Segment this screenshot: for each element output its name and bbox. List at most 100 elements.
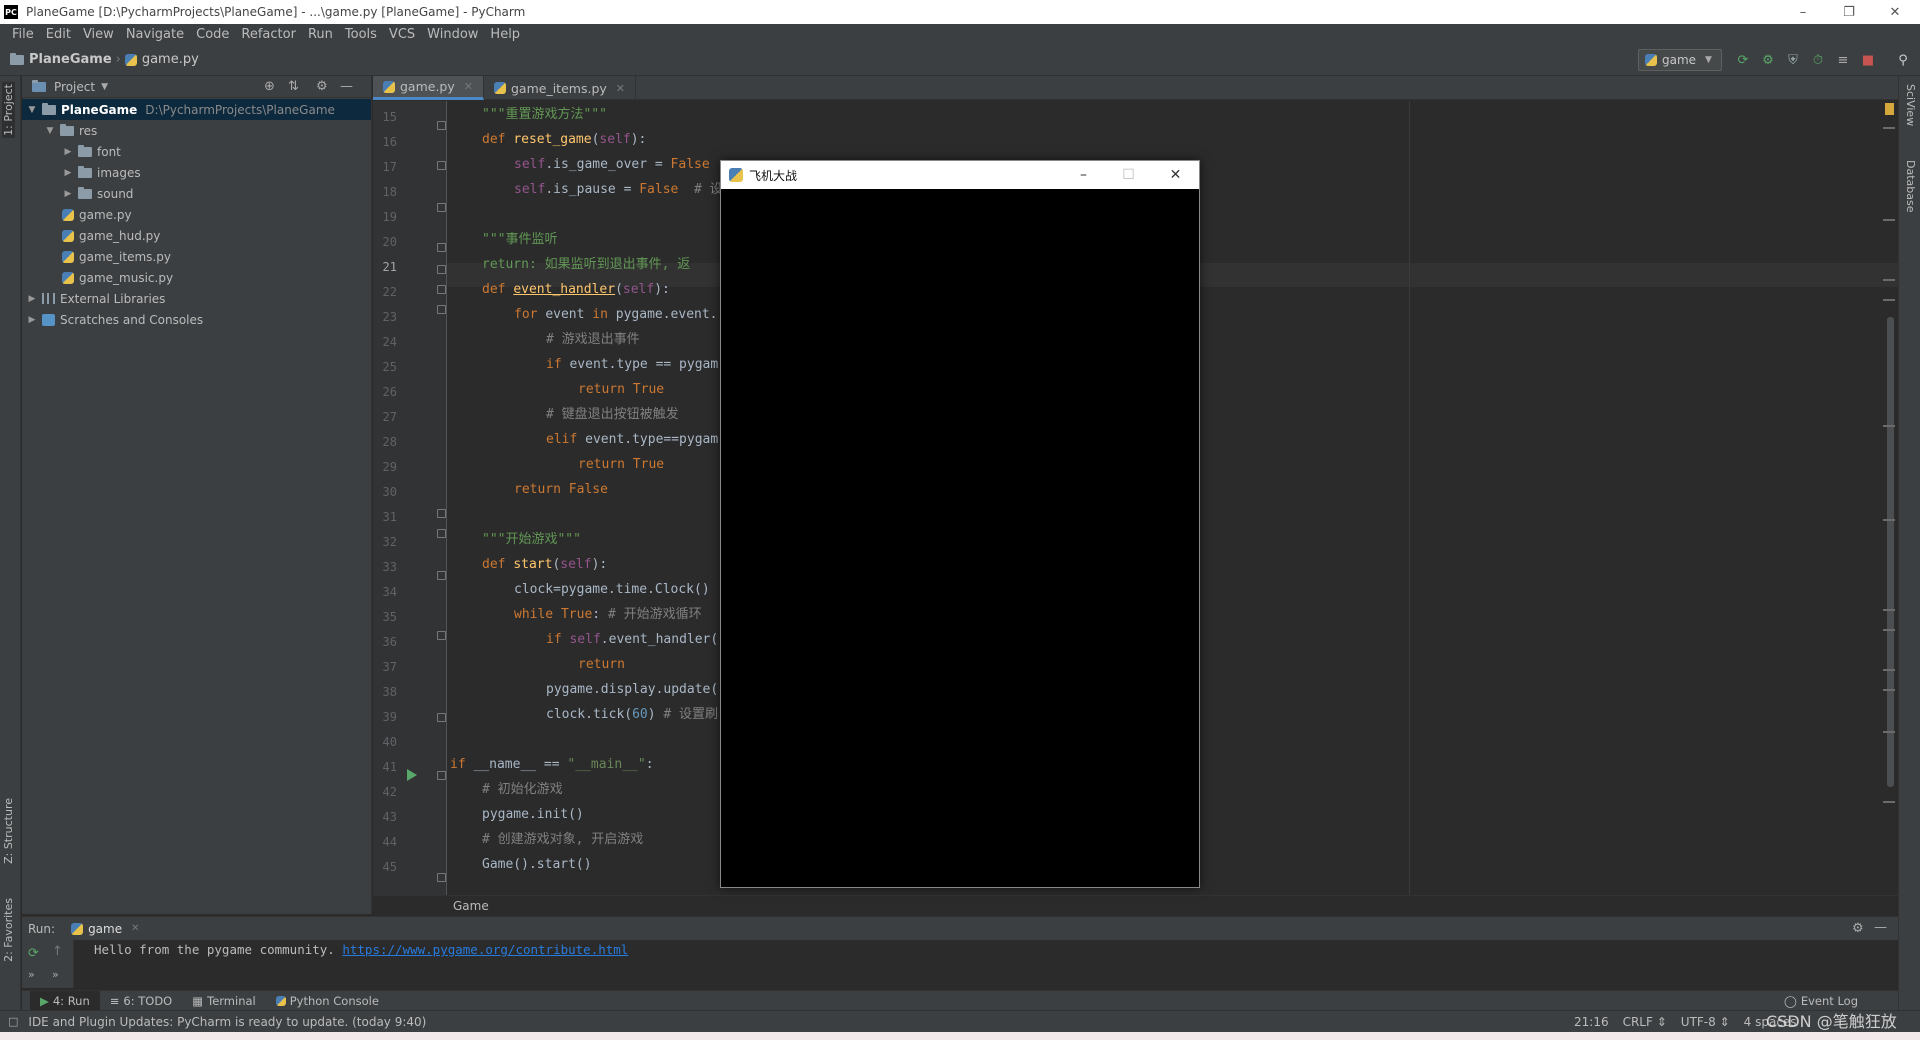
stripe-mark[interactable] — [1883, 299, 1895, 301]
expand-arrow-icon[interactable]: ▼ — [44, 126, 56, 136]
hide-icon[interactable]: — — [1874, 920, 1887, 935]
menu-window[interactable]: Window — [421, 27, 484, 42]
restore-icon[interactable]: ❐ — [1826, 0, 1872, 24]
locate-icon[interactable]: ⊕ — [264, 79, 275, 94]
stripe-mark[interactable] — [1883, 219, 1895, 221]
fold-marker[interactable] — [437, 873, 446, 882]
up-arrow-icon[interactable]: ↑ — [52, 944, 63, 959]
tree-item-font[interactable]: ▶ font — [22, 141, 371, 162]
caret-position[interactable]: 21:16 — [1574, 1015, 1609, 1029]
menu-vcs[interactable]: VCS — [383, 27, 421, 42]
stripe-mark[interactable] — [1883, 519, 1895, 521]
editor-breadcrumb[interactable]: Game — [373, 895, 1898, 915]
minimize-icon[interactable]: – — [1780, 0, 1826, 24]
tab-terminal[interactable]: ▦ Terminal — [182, 991, 265, 1011]
menu-view[interactable]: View — [77, 27, 120, 42]
run-console-output[interactable]: Hello from the pygame community. https:/… — [94, 942, 628, 957]
status-icon[interactable]: □ — [8, 1015, 18, 1028]
profile-icon[interactable]: ⏱ — [1810, 52, 1826, 68]
expand-arrow-icon[interactable]: ▼ — [26, 105, 38, 115]
tree-item-scratches[interactable]: ▶ Scratches and Consoles — [22, 309, 371, 330]
tab-game-items-py[interactable]: game_items.py ✕ — [484, 76, 636, 100]
fold-marker[interactable] — [437, 265, 446, 274]
tab-database-tool[interactable]: Database — [1904, 160, 1917, 213]
fold-marker[interactable] — [437, 771, 446, 780]
close-tab-icon[interactable]: ✕ — [131, 923, 139, 934]
close-icon[interactable]: ✕ — [1153, 161, 1198, 189]
stripe-mark[interactable] — [1883, 127, 1895, 129]
tab-game-py[interactable]: game.py ✕ — [373, 76, 484, 100]
file-encoding[interactable]: UTF-8 ⇕ — [1681, 1015, 1730, 1029]
game-canvas[interactable] — [721, 189, 1199, 887]
expand-arrow-icon[interactable]: ▶ — [26, 315, 38, 325]
tree-item-sound[interactable]: ▶ sound — [22, 183, 371, 204]
collapse-all-icon[interactable]: ⇅ — [288, 79, 299, 94]
menu-refactor[interactable]: Refactor — [235, 27, 302, 42]
project-view-select[interactable]: Project — [54, 80, 95, 94]
line-separator[interactable]: CRLF ⇕ — [1623, 1015, 1667, 1029]
build-icon[interactable]: ≡ — [1835, 52, 1851, 68]
stripe-mark[interactable] — [1883, 731, 1895, 733]
fold-marker[interactable] — [437, 571, 446, 580]
more-icon[interactable]: » — [28, 968, 35, 981]
coverage-icon[interactable]: ⛨ — [1785, 52, 1801, 68]
chevron-down-icon[interactable]: ▼ — [101, 82, 108, 92]
tab-project-tool[interactable]: 1: Project — [2, 82, 15, 138]
stripe-mark[interactable] — [1883, 801, 1895, 803]
menu-file[interactable]: File — [6, 27, 40, 42]
tree-item-res[interactable]: ▼ res — [22, 120, 371, 141]
stripe-mark[interactable] — [1883, 609, 1895, 611]
menu-tools[interactable]: Tools — [339, 27, 383, 42]
fold-marker[interactable] — [437, 285, 446, 294]
tree-item-game-hud-py[interactable]: game_hud.py — [22, 225, 371, 246]
status-message[interactable]: IDE and Plugin Updates: PyCharm is ready… — [28, 1015, 426, 1029]
stripe-mark[interactable] — [1883, 689, 1895, 691]
error-stripe[interactable] — [1883, 101, 1897, 895]
breadcrumb-project[interactable]: PlaneGame — [10, 52, 112, 67]
menu-edit[interactable]: Edit — [40, 27, 77, 42]
rerun-icon[interactable]: ⟳ — [1735, 52, 1751, 68]
stop-icon[interactable]: ■ — [1860, 52, 1876, 68]
menu-navigate[interactable]: Navigate — [120, 27, 190, 42]
breadcrumb-file[interactable]: game.py — [124, 52, 199, 67]
rerun-icon[interactable]: ⟳ — [28, 946, 39, 961]
expand-arrow-icon[interactable]: ▶ — [62, 168, 74, 178]
stripe-mark[interactable] — [1883, 669, 1895, 671]
menu-code[interactable]: Code — [190, 27, 235, 42]
tree-item-game-items-py[interactable]: game_items.py — [22, 246, 371, 267]
minimize-icon[interactable]: – — [1061, 161, 1106, 189]
run-gutter-icon[interactable] — [407, 769, 417, 781]
fold-marker[interactable] — [437, 713, 446, 722]
tab-todo[interactable]: ≡ 6: TODO — [100, 991, 182, 1011]
tab-structure-tool[interactable]: Z: Structure — [2, 798, 15, 864]
run-tab-game[interactable]: game ✕ — [71, 922, 140, 936]
tree-item-game-music-py[interactable]: game_music.py — [22, 267, 371, 288]
tab-python-console[interactable]: Python Console — [266, 991, 389, 1011]
stripe-mark[interactable] — [1883, 425, 1895, 427]
tab-run[interactable]: ▶ 4: Run — [30, 990, 100, 1011]
debug-icon[interactable]: ⚙ — [1760, 52, 1776, 68]
close-tab-icon[interactable]: ✕ — [616, 82, 625, 95]
expand-arrow-icon[interactable]: ▶ — [62, 189, 74, 199]
tree-item-images[interactable]: ▶ images — [22, 162, 371, 183]
pygame-titlebar[interactable]: 飞机大战 – ☐ ✕ — [721, 161, 1199, 189]
search-icon[interactable]: ⚲ — [1895, 52, 1911, 68]
menu-run[interactable]: Run — [302, 27, 339, 42]
menu-help[interactable]: Help — [484, 27, 526, 42]
fold-marker[interactable] — [437, 161, 446, 170]
stripe-mark[interactable] — [1883, 279, 1895, 281]
pygame-window[interactable]: 飞机大战 – ☐ ✕ — [720, 160, 1200, 888]
fold-marker[interactable] — [437, 529, 446, 538]
gear-icon[interactable]: ⚙ — [1852, 921, 1864, 936]
more-icon[interactable]: » — [52, 968, 59, 981]
fold-marker[interactable] — [437, 631, 446, 640]
tab-favorites-tool[interactable]: 2: Favorites — [2, 898, 15, 962]
tree-item-game-py[interactable]: game.py — [22, 204, 371, 225]
tab-sciview-tool[interactable]: SciView — [1904, 84, 1917, 126]
fold-marker[interactable] — [437, 305, 446, 314]
fold-marker[interactable] — [437, 509, 446, 518]
close-tab-icon[interactable]: ✕ — [464, 80, 473, 93]
stripe-mark[interactable] — [1883, 629, 1895, 631]
expand-arrow-icon[interactable]: ▶ — [62, 147, 74, 157]
fold-marker[interactable] — [437, 121, 446, 130]
